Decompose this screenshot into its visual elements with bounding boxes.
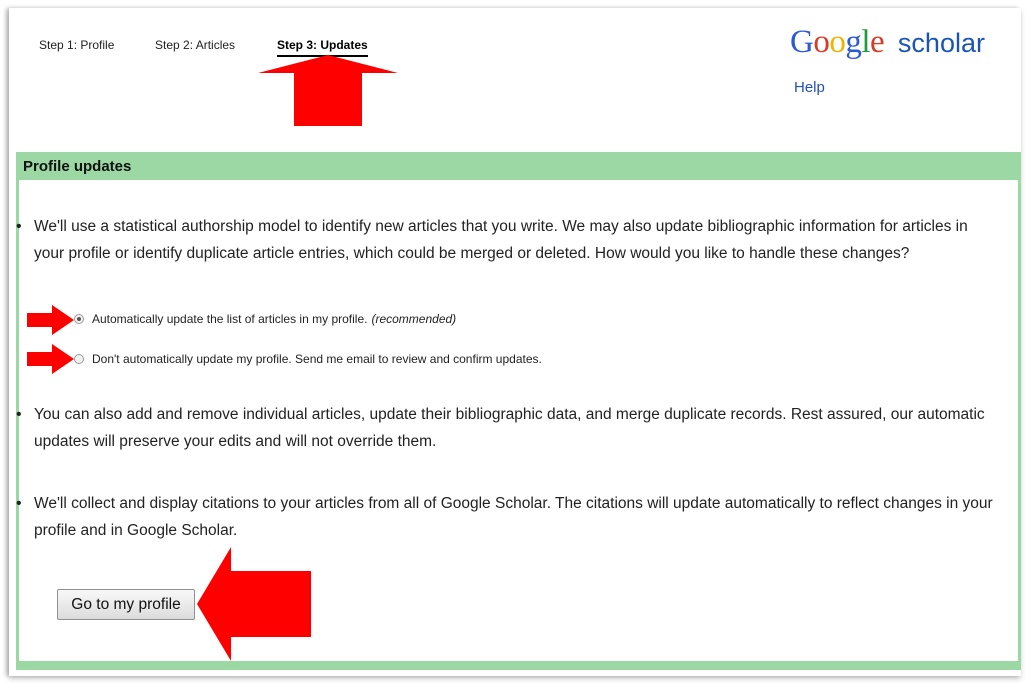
google-wordmark: Google: [790, 24, 892, 60]
radio-auto-update[interactable]: [74, 314, 84, 324]
radio-manual-review[interactable]: [74, 354, 84, 364]
go-to-profile-button[interactable]: Go to my profile: [57, 589, 195, 620]
logo-letter: g: [845, 24, 862, 60]
option-auto-update[interactable]: Automatically update the list of article…: [74, 312, 456, 326]
panel-footer-bar: [19, 661, 1018, 670]
help-link[interactable]: Help: [794, 79, 825, 96]
step-1-profile-link[interactable]: Step 1: Profile: [39, 38, 114, 52]
scholar-wordmark: scholar: [897, 28, 985, 58]
step-3-updates-link[interactable]: Step 3: Updates: [277, 38, 368, 57]
bullet-authorship-model: We'll use a statistical authorship model…: [16, 213, 994, 267]
panel-title: Profile updates: [19, 152, 1018, 180]
option-manual-review-label: Don't automatically update my profile. S…: [92, 352, 542, 366]
google-scholar-logo: Google scholar: [790, 24, 985, 61]
bullet-edit-articles: You can also add and remove individual a…: [16, 401, 994, 455]
recommended-note: (recommended): [371, 312, 457, 326]
option-auto-update-label: Automatically update the list of article…: [92, 312, 368, 326]
option-manual-review[interactable]: Don't automatically update my profile. S…: [74, 352, 542, 366]
logo-letter: G: [790, 24, 814, 60]
bullet-citations: We'll collect and display citations to y…: [16, 490, 994, 544]
step-2-articles-link[interactable]: Step 2: Articles: [155, 38, 235, 52]
logo-letter: e: [870, 24, 885, 60]
logo-letter: l: [861, 24, 871, 60]
logo-letter: o: [829, 24, 846, 60]
logo-letter: o: [813, 24, 830, 60]
